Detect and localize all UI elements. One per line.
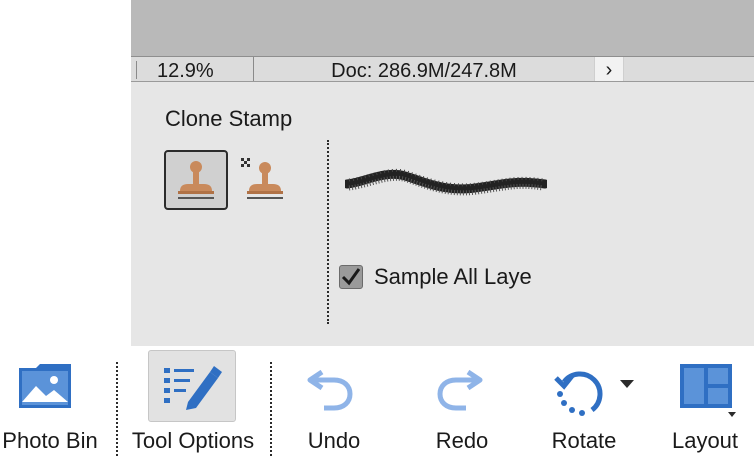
redo-label: Redo (435, 428, 489, 453)
clone-stamp-icon (178, 161, 214, 199)
undo-button[interactable]: Undo (294, 346, 374, 456)
rotate-icon (554, 371, 603, 416)
zoom-level[interactable]: 12.9% (155, 57, 254, 82)
rotate-label: Rotate (551, 428, 617, 453)
sample-all-layers-label: Sample All Laye (374, 264, 532, 289)
undo-icon (307, 369, 353, 411)
tool-options-button[interactable]: Tool Options (120, 346, 266, 456)
redo-icon (437, 369, 483, 411)
tool-options-icon (164, 366, 222, 410)
brush-preview[interactable] (342, 162, 550, 208)
tool-options-label: Tool Options (131, 428, 255, 453)
left-blank-area (0, 0, 131, 346)
checkmark-icon (341, 268, 361, 286)
layout-label: Layout (671, 428, 739, 453)
options-divider (327, 140, 329, 324)
doc-size: Doc: 286.9M/247.8M (331, 60, 517, 82)
taskbar-separator (116, 362, 118, 456)
taskbar: Photo Bin Tool Options Undo Redo Rotate … (0, 346, 754, 456)
layout-button[interactable]: Layout (662, 346, 748, 456)
undo-label: Undo (307, 428, 361, 453)
pattern-stamp-button[interactable] (239, 156, 289, 206)
sample-all-layers-row[interactable]: Sample All Laye (339, 262, 547, 294)
status-divider (136, 61, 137, 79)
redo-button[interactable]: Redo (422, 346, 502, 456)
layout-icon (680, 364, 736, 417)
brush-stroke-icon (342, 168, 550, 196)
chevron-down-icon[interactable] (620, 380, 634, 390)
sample-all-layers-checkbox[interactable] (339, 265, 363, 289)
pattern-stamp-icon (241, 158, 283, 199)
status-bar: 12.9% Doc: 286.9M/247.8M › (131, 56, 754, 82)
status-menu-arrow-button[interactable]: › (594, 57, 624, 81)
tool-title: Clone Stamp (165, 106, 293, 131)
tool-options-panel: Clone Stamp Sample All Laye (131, 82, 754, 346)
photo-bin-button[interactable]: Photo Bin (0, 346, 110, 456)
clone-stamp-button[interactable] (164, 150, 228, 210)
photo-bin-label: Photo Bin (2, 428, 98, 453)
taskbar-separator (270, 362, 272, 456)
document-canvas-area (131, 0, 754, 56)
rotate-button[interactable]: Rotate (538, 346, 634, 456)
photo-bin-icon (19, 364, 71, 408)
